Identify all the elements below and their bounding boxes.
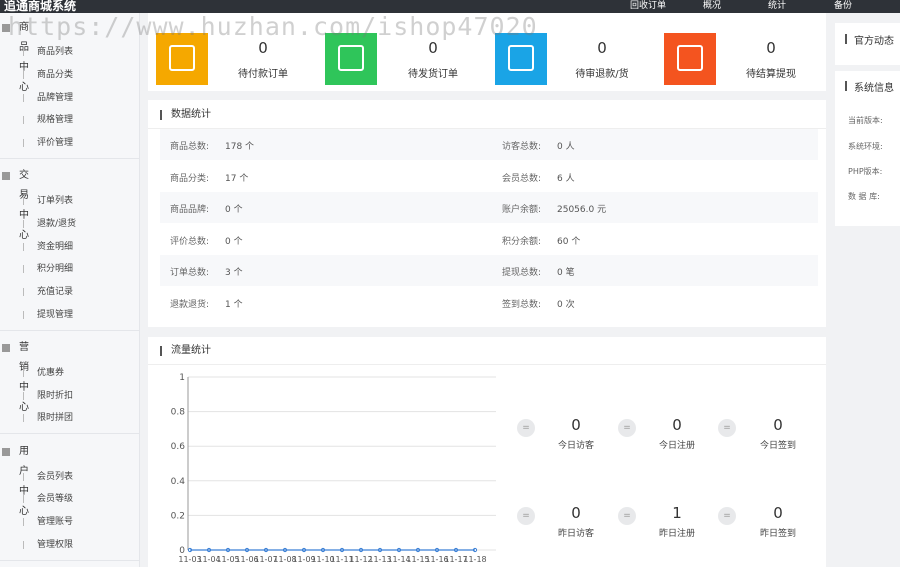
pending-shipment-count: 0 bbox=[428, 39, 438, 57]
stat-visitors-total: 访客总数: 0 人 bbox=[502, 142, 575, 152]
sidebar-divider bbox=[0, 330, 140, 331]
stat-refunds: 退款退货: 1 个 bbox=[170, 300, 243, 310]
pending-withdraw-label: 待结算提现 bbox=[746, 69, 796, 80]
sidebar-group-label: 交易中心 bbox=[19, 170, 29, 241]
topbar-menu-overview[interactable]: 概况 bbox=[703, 0, 721, 13]
sidebar-item-label: 优惠券 bbox=[37, 368, 65, 378]
sidebar-item-label: 限时折扣 bbox=[37, 391, 74, 401]
sidebar-item-label: 会员等级 bbox=[37, 494, 74, 504]
pending-refund-count: 0 bbox=[597, 39, 607, 57]
pending-refund-label: 待审退款/货 bbox=[575, 69, 629, 80]
chart-ytick-label: 0.6 bbox=[171, 442, 186, 452]
sidebar-item-label: 积分明细 bbox=[37, 264, 74, 274]
today-register-icon: = bbox=[618, 419, 636, 437]
topbar-menu-recycle-orders[interactable]: 回收订单 bbox=[630, 0, 666, 13]
watermark: https://www.huzhan.com/ishop47020 bbox=[8, 12, 538, 41]
truck-icon bbox=[338, 45, 364, 71]
yesterday-visitors-label: 昨日访客 bbox=[557, 529, 594, 539]
sidebar-item-label: 管理权限 bbox=[37, 540, 74, 550]
stat-account-balance: 账户余额: 25056.0 元 bbox=[502, 205, 607, 215]
data-stats-panel: 数据统计 商品总数: 178 个 访客总数: 0 人 商品分类: 17 个 会员总数:… bbox=[148, 100, 826, 327]
sidebar-item-label: 规格管理 bbox=[37, 115, 74, 125]
sidebar-item-label: 充值记录 bbox=[37, 287, 74, 297]
section-title-text: 流量统计 bbox=[171, 345, 211, 356]
sidebar-item-label: 提现管理 bbox=[37, 310, 74, 320]
pending-payment-count: 0 bbox=[258, 39, 268, 57]
chart-ytick-label: 0.2 bbox=[171, 511, 185, 521]
pending-withdraw-tile[interactable] bbox=[664, 33, 716, 85]
sysinfo-database: 数 据 库: bbox=[848, 192, 880, 201]
sidebar-group-label: 营销中心 bbox=[19, 342, 29, 413]
yesterday-register-icon: = bbox=[618, 507, 636, 525]
sidebar-divider bbox=[0, 158, 140, 159]
user-icon bbox=[2, 448, 10, 456]
sysinfo-version: 当前版本: bbox=[848, 116, 883, 125]
stat-signin-total: 签到总数: 0 次 bbox=[502, 300, 575, 310]
sidebar-item-label: 退款/退货 bbox=[37, 219, 77, 229]
bar-chart-icon bbox=[2, 172, 10, 180]
wallet-icon bbox=[169, 45, 195, 71]
stat-goods-total: 商品总数: 178 个 bbox=[170, 142, 255, 152]
yesterday-register-count: 1 bbox=[672, 504, 682, 522]
sysinfo-php-version: PHP版本: bbox=[848, 167, 883, 176]
chart-ytick-label: 0.4 bbox=[171, 477, 186, 487]
system-info-panel: 系统信息 当前版本: 系统环境: PHP版本: 数 据 库: bbox=[835, 71, 900, 226]
stat-reviews-total: 评价总数: 0 个 bbox=[170, 237, 243, 247]
right-column: 官方动态 系统信息 当前版本: 系统环境: PHP版本: 数 据 库: bbox=[835, 13, 900, 567]
chart-ytick-label: 0.8 bbox=[171, 408, 186, 418]
chart-xtick-label: 11-18 bbox=[463, 555, 486, 564]
stat-points-balance: 积分余额: 60 个 bbox=[502, 237, 581, 247]
today-register-label: 今日注册 bbox=[658, 441, 695, 451]
traffic-panel: 流量统计 1 0.8 0.6 0.4 0.2 0 11-03 11-04 11-05 11-06 1… bbox=[148, 337, 826, 567]
stat-orders-total: 订单总数: 3 个 bbox=[170, 268, 243, 278]
today-visitors-label: 今日访客 bbox=[557, 441, 594, 451]
sidebar-item-label: 限时拼团 bbox=[37, 413, 74, 423]
yesterday-visitors-count: 0 bbox=[571, 504, 581, 522]
sidebar-item-label: 商品分类 bbox=[37, 70, 74, 80]
sidebar-item-label: 管理账号 bbox=[37, 517, 74, 527]
sidebar-item-label: 会员列表 bbox=[37, 472, 74, 482]
sysinfo-environment: 系统环境: bbox=[848, 142, 883, 151]
sidebar-group-label: 用户中心 bbox=[19, 446, 29, 517]
stat-withdraw-total: 提现总数: 0 笔 bbox=[502, 268, 575, 278]
today-visitors-count: 0 bbox=[571, 416, 581, 434]
checkbox-icon bbox=[508, 45, 534, 71]
today-visitors-icon: = bbox=[517, 419, 535, 437]
yesterday-signin-label: 昨日签到 bbox=[759, 529, 796, 539]
sidebar-item-label: 品牌管理 bbox=[37, 93, 74, 103]
calculator-icon bbox=[677, 45, 703, 71]
chart-ytick-label: 1 bbox=[179, 373, 185, 383]
traffic-line-chart: 10.80.60.40.2011-0311-0411-0511-0611-071… bbox=[171, 373, 496, 564]
pending-withdraw-count: 0 bbox=[766, 39, 776, 57]
pending-payment-label: 待付款订单 bbox=[238, 69, 288, 80]
sidebar: 商品中心 商品列表 商品分类 品牌管理 规格管理 评价管理 交易中心 订单列表 … bbox=[0, 13, 140, 567]
sidebar-item-label: 资金明细 bbox=[37, 242, 74, 252]
sidebar-divider bbox=[0, 560, 140, 561]
sidebar-item-label: 评价管理 bbox=[37, 138, 74, 148]
today-signin-icon: = bbox=[718, 419, 736, 437]
yesterday-signin-icon: = bbox=[718, 507, 736, 525]
official-news-panel: 官方动态 bbox=[835, 23, 900, 65]
stat-goods-brand: 商品品牌: 0 个 bbox=[170, 205, 243, 215]
marketing-icon bbox=[2, 344, 10, 352]
today-register-count: 0 bbox=[672, 416, 682, 434]
today-signin-label: 今日签到 bbox=[759, 441, 796, 451]
yesterday-visitors-icon: = bbox=[517, 507, 535, 525]
sidebar-item-label: 商品列表 bbox=[37, 47, 74, 57]
stat-members-total: 会员总数: 6 人 bbox=[502, 174, 575, 184]
today-signin-count: 0 bbox=[773, 416, 783, 434]
section-title-text: 数据统计 bbox=[171, 109, 211, 120]
topbar-menu-backup[interactable]: 备份 bbox=[834, 0, 852, 13]
topbar-menu-statistics[interactable]: 统计 bbox=[768, 0, 786, 13]
yesterday-signin-count: 0 bbox=[773, 504, 783, 522]
yesterday-register-label: 昨日注册 bbox=[658, 529, 695, 539]
sidebar-item-label: 订单列表 bbox=[37, 196, 74, 206]
stat-goods-category: 商品分类: 17 个 bbox=[170, 174, 249, 184]
sidebar-divider bbox=[0, 433, 140, 434]
pending-shipment-label: 待发货订单 bbox=[408, 69, 458, 80]
